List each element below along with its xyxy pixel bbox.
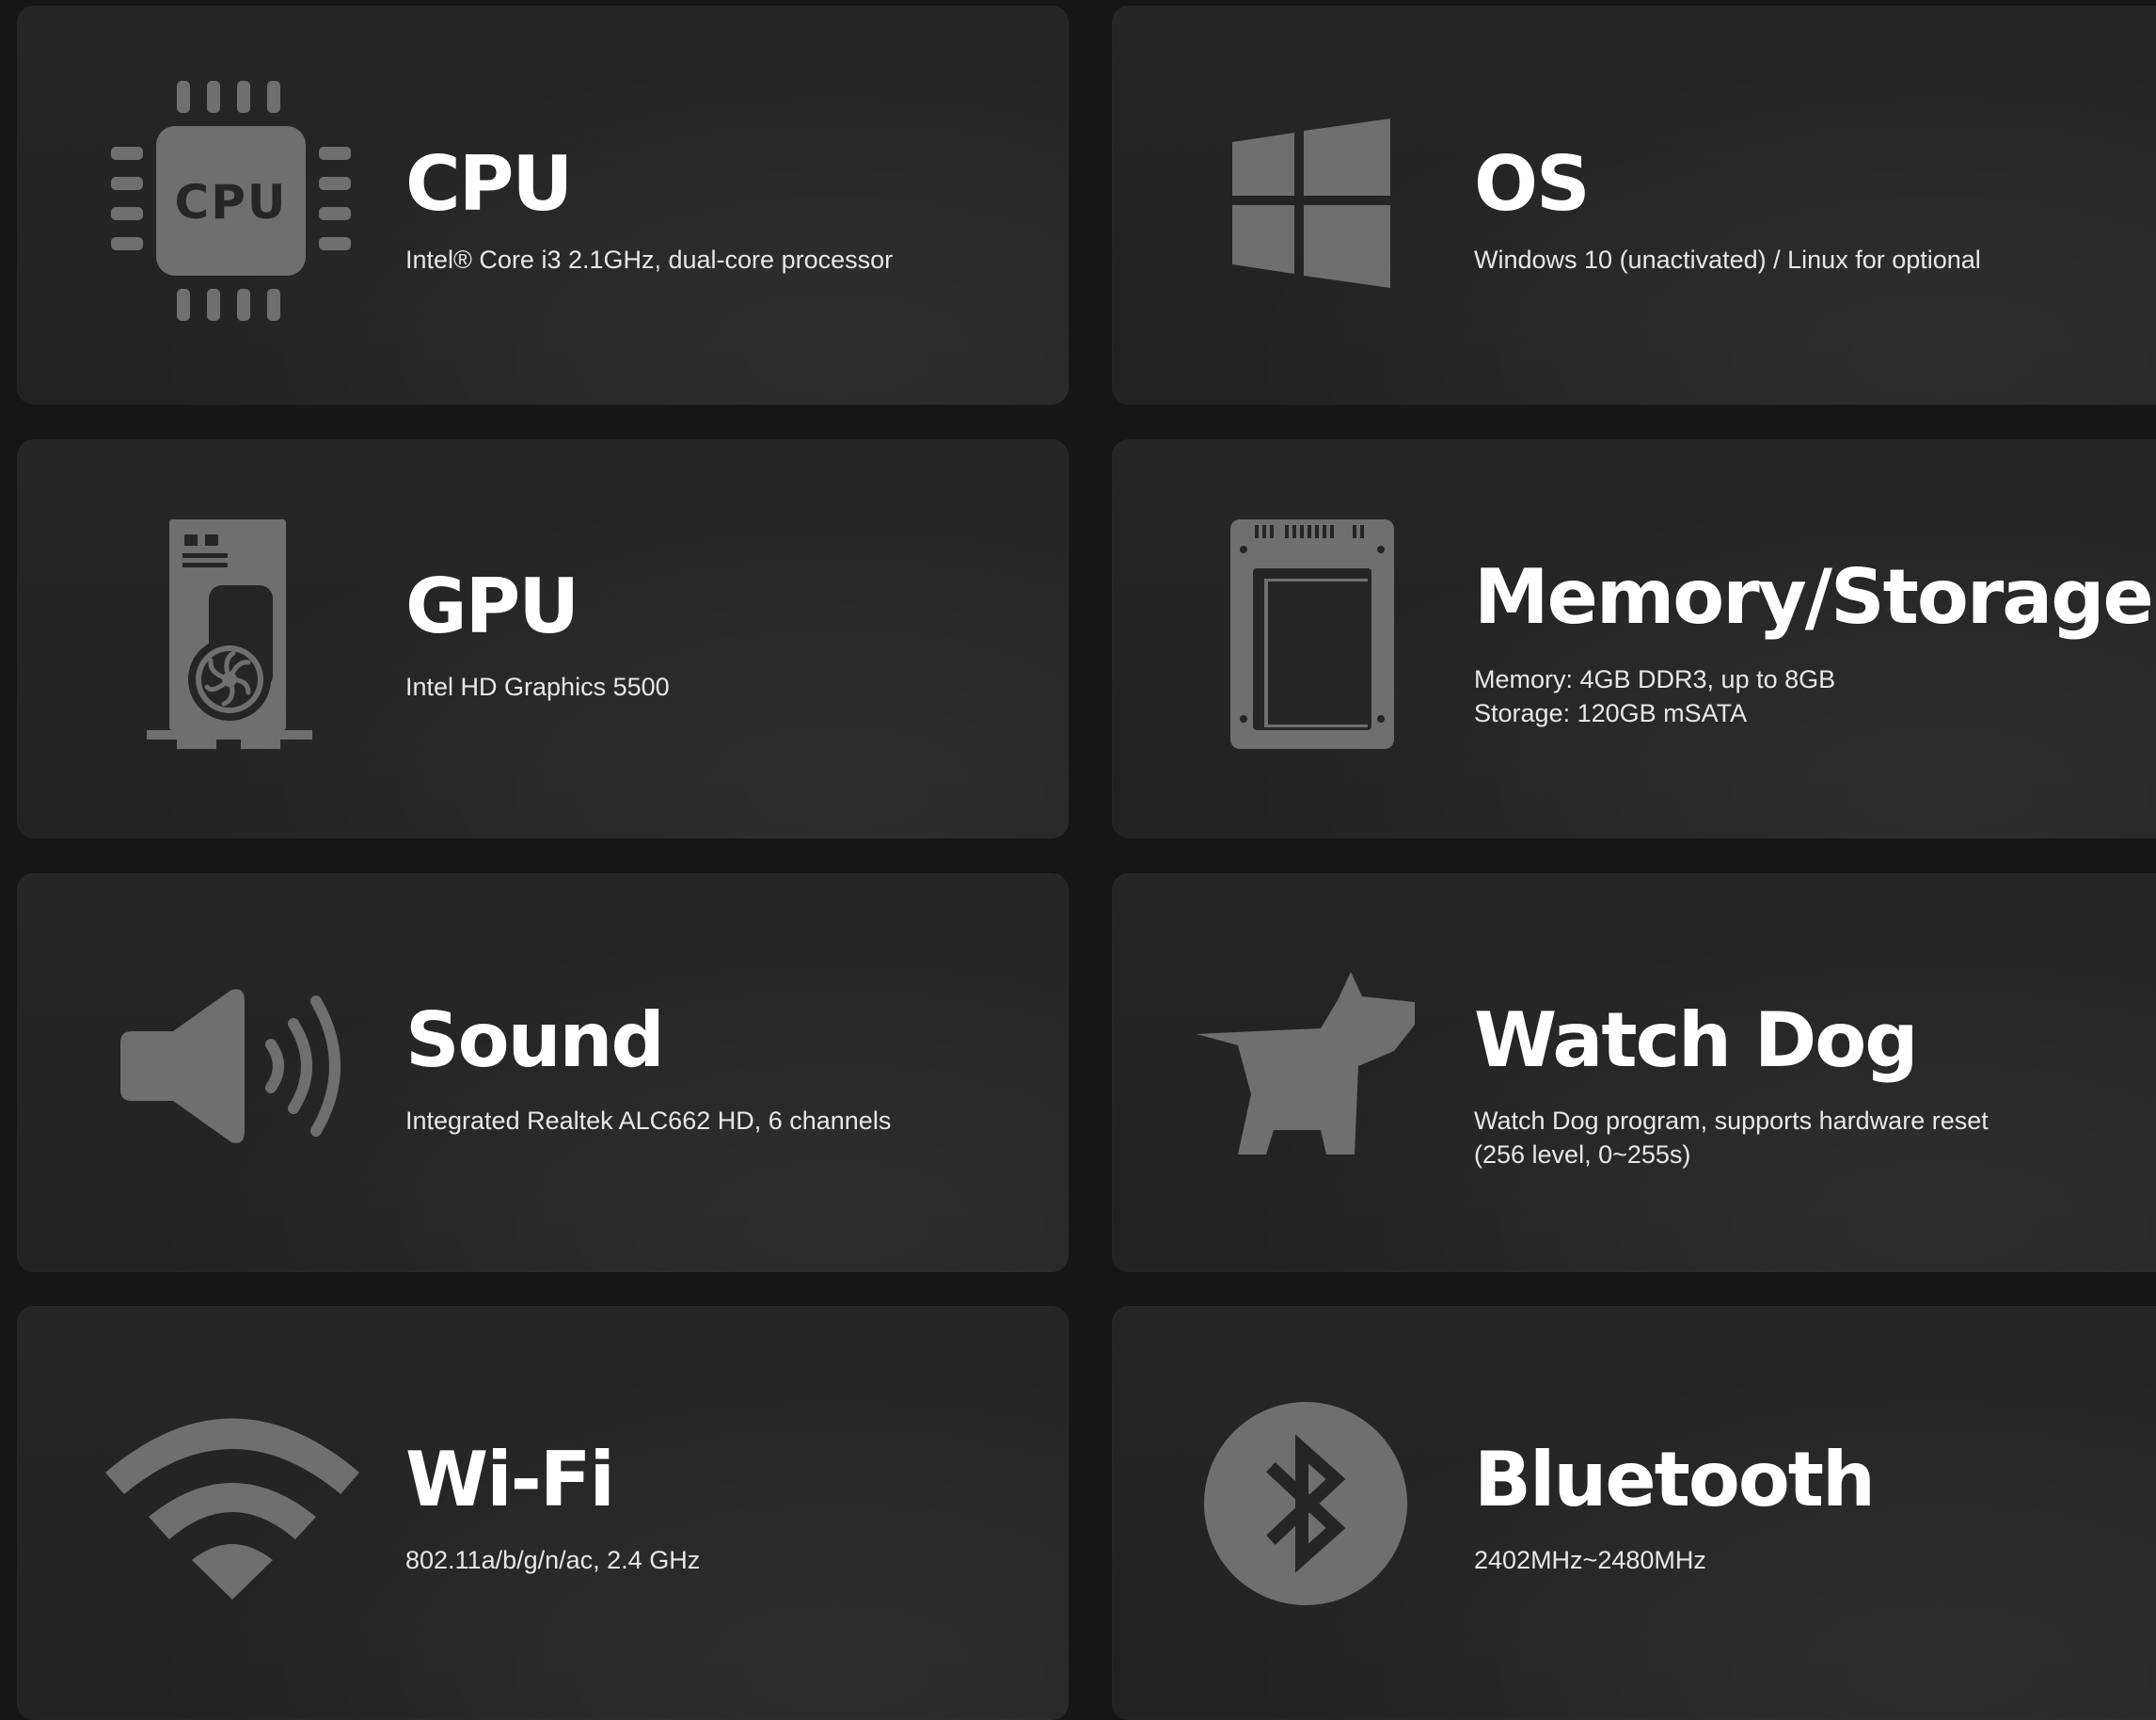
sound-title: Sound [405,996,665,1084]
cpu-chip-icon: CPU [111,81,351,321]
watch-dog-title: Watch Dog [1474,996,1918,1084]
spec-card-cpu: CPU CPU Intel® Core i3 2.1GHz, dual-core… [17,6,1069,405]
spec-card-watch-dog: Watch Dog Watch Dog program, supports ha… [1112,873,2156,1272]
wifi-title: Wi-Fi [405,1436,615,1523]
spec-card-gpu: GPU Intel HD Graphics 5500 [17,439,1069,838]
gpu-title: GPU [405,563,579,650]
ssd-drive-icon [1227,519,1396,755]
wifi-icon [105,1411,359,1600]
spec-card-bluetooth: Bluetooth 2402MHz~2480MHz [1112,1306,2156,1720]
graphics-card-icon [147,519,316,755]
spec-card-wifi: Wi-Fi 802.11a/b/g/n/ac, 2.4 GHz [17,1306,1069,1720]
cpu-description: Intel® Core i3 2.1GHz, dual-core process… [405,246,894,274]
wifi-description: 802.11a/b/g/n/ac, 2.4 GHz [405,1546,701,1574]
dog-icon [1197,972,1422,1160]
memory-storage-title: Memory/Storage [1474,553,2154,641]
bluetooth-icon [1202,1400,1409,1607]
os-title: OS [1474,140,1591,228]
cpu-icon-label: CPU [175,175,288,230]
spec-grid: CPU CPU Intel® Core i3 2.1GHz, dual-core… [0,0,2156,1720]
os-description: Windows 10 (unactivated) / Linux for opt… [1474,246,1981,274]
storage-description: Storage: 120GB mSATA [1474,699,1748,727]
spec-card-os: OS Windows 10 (unactivated) / Linux for … [1112,6,2156,405]
spec-card-sound: Sound Integrated Realtek ALC662 HD, 6 ch… [17,873,1069,1272]
gpu-description: Intel HD Graphics 5500 [405,673,670,701]
cpu-title: CPU [405,140,573,228]
speaker-icon [120,986,356,1146]
watch-dog-description-line-1: Watch Dog program, supports hardware res… [1474,1107,1989,1135]
spec-card-memory-storage: Memory/Storage Memory: 4GB DDR3, up to 8… [1112,439,2156,838]
bluetooth-title: Bluetooth [1474,1436,1876,1523]
sound-description: Integrated Realtek ALC662 HD, 6 channels [405,1107,892,1135]
windows-logo-icon [1227,119,1396,288]
watch-dog-description-line-2: (256 level, 0~255s) [1474,1140,1691,1169]
bluetooth-description: 2402MHz~2480MHz [1474,1546,1706,1574]
memory-description: Memory: 4GB DDR3, up to 8GB [1474,665,1836,693]
